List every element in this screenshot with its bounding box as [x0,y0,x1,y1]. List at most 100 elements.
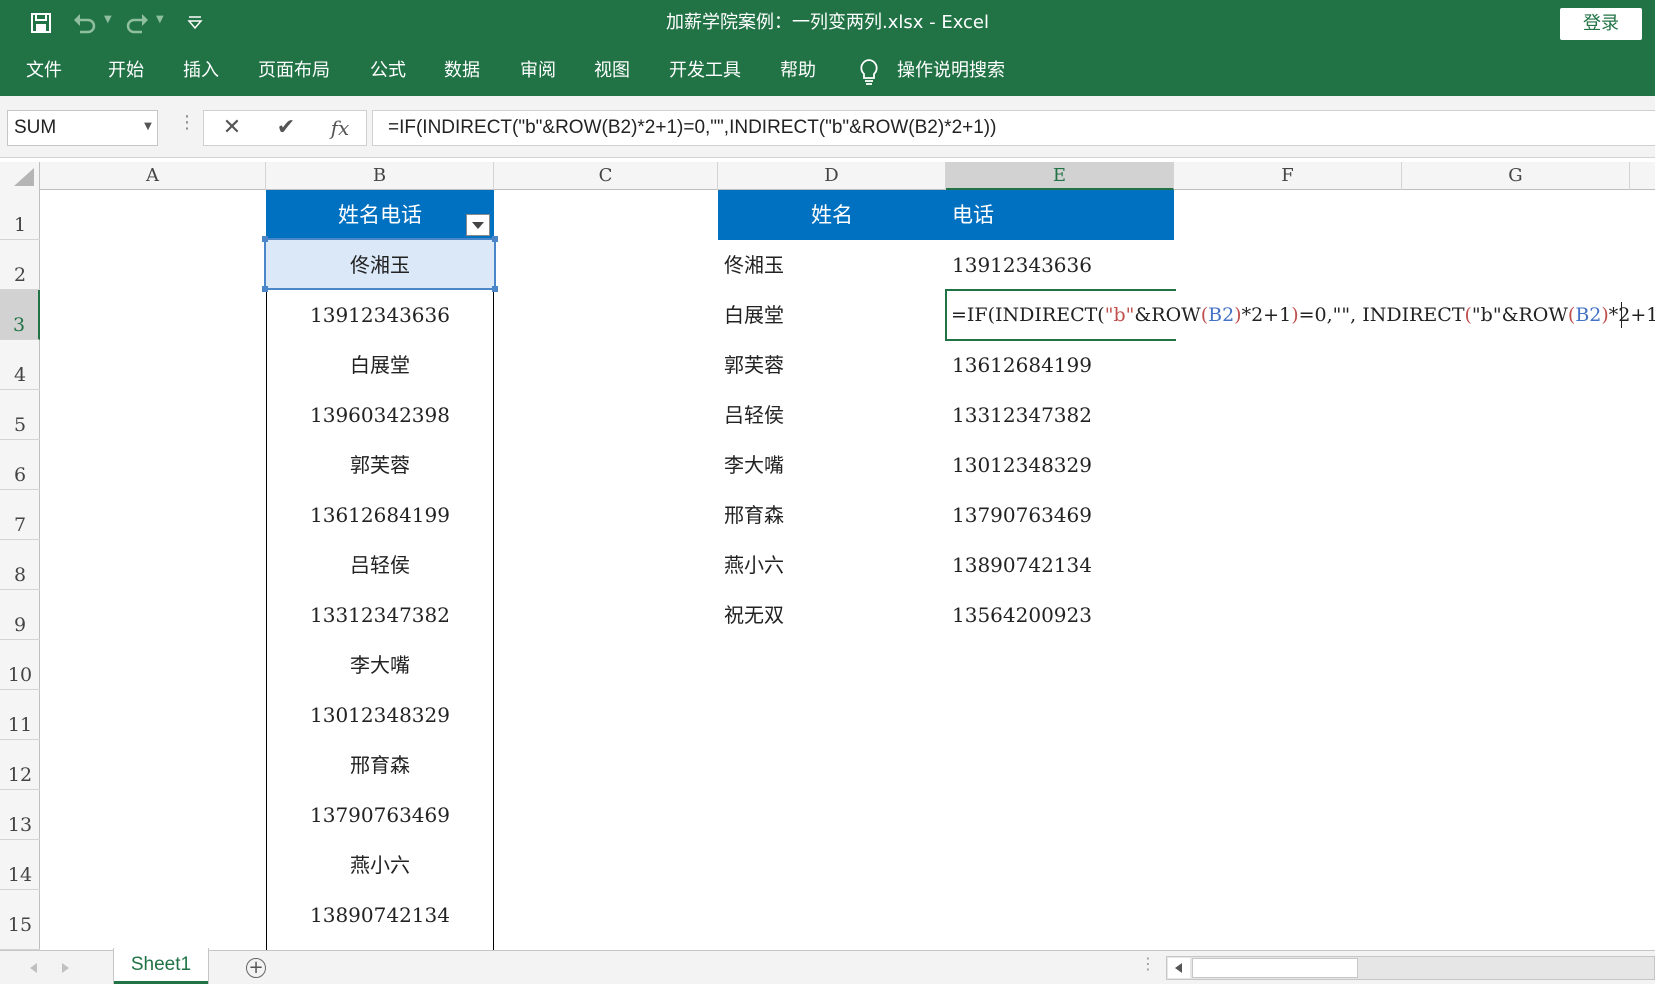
tab-insert[interactable]: 插入 [183,48,219,96]
cell-b2[interactable]: 佟湘玉 [266,240,494,290]
cell-b8[interactable]: 吕轻侯 [266,540,494,590]
row-header-1[interactable]: 1 [0,190,40,240]
cell-e7[interactable]: 13790763469 [946,490,1174,540]
tab-help[interactable]: 帮助 [780,48,816,96]
enter-icon[interactable]: ✔ [268,110,304,146]
tab-review[interactable]: 审阅 [520,48,556,96]
name-box-dropdown-icon[interactable]: ▼ [138,110,158,146]
row-header-15[interactable]: 15 [0,890,40,950]
column-b-header-cell[interactable]: 姓名电话 [266,190,494,240]
scrollbar-thumb[interactable] [1192,958,1358,978]
scrollbar-split-icon[interactable]: ⋮ [1140,954,1156,973]
column-header-a[interactable]: A [40,162,266,190]
row-header-11[interactable]: 11 [0,690,40,740]
row-header-5[interactable]: 5 [0,390,40,440]
row-header-14[interactable]: 14 [0,840,40,890]
lightbulb-icon[interactable] [858,58,880,90]
tell-me-search[interactable]: 操作说明搜索 [897,48,1005,96]
row-header-4[interactable]: 4 [0,340,40,390]
cell-b12[interactable]: 邢育森 [266,740,494,790]
cell-b5[interactable]: 13960342398 [266,390,494,440]
formula-part: *2+1 [1608,304,1655,326]
formula-part: &ROW [1134,304,1201,326]
formula-input[interactable]: =IF(INDIRECT("b"&ROW(B2)*2+1)=0,"",INDIR… [372,110,1655,146]
cell-e1[interactable]: 电话 [946,190,1174,240]
column-header-g[interactable]: G [1402,162,1630,190]
filter-dropdown-icon [472,222,484,229]
cell-b7[interactable]: 13612684199 [266,490,494,540]
cell-e6[interactable]: 13012348329 [946,440,1174,490]
tab-file[interactable]: 文件 [26,48,62,96]
cell-e8[interactable]: 13890742134 [946,540,1174,590]
row-header-13[interactable]: 13 [0,790,40,840]
login-button[interactable]: 登录 [1560,8,1642,40]
formula-part: "b" [1104,304,1135,326]
cell-b14[interactable]: 燕小六 [266,840,494,890]
cell-d6[interactable]: 李大嘴 [718,440,946,490]
cell-b4[interactable]: 白展堂 [266,340,494,390]
row-header-8[interactable]: 8 [0,540,40,590]
name-box[interactable]: SUM [7,110,158,146]
sheet-prev-icon[interactable] [30,963,37,973]
column-header-c[interactable]: C [494,162,718,190]
cell-e4[interactable]: 13612684199 [946,340,1174,390]
cell-b3[interactable]: 13912343636 [266,290,494,340]
formula-part: ) [1601,304,1609,326]
formula-part: =IF(INDIRECT( [951,304,1105,326]
cell-e3-editing-formula[interactable]: =IF(INDIRECT("b"&ROW(B2)*2+1)=0,"", INDI… [951,290,1655,340]
row-header-2[interactable]: 2 [0,240,40,290]
formula-part: ) [1234,304,1242,326]
row-header-10[interactable]: 10 [0,640,40,690]
tab-home[interactable]: 开始 [108,48,144,96]
cell-b10[interactable]: 李大嘴 [266,640,494,690]
cell-e5[interactable]: 13312347382 [946,390,1174,440]
row-header-12[interactable]: 12 [0,740,40,790]
tab-formulas[interactable]: 公式 [370,48,406,96]
cell-d8[interactable]: 燕小六 [718,540,946,590]
select-all-icon [14,168,34,186]
sheet-next-icon[interactable] [62,963,69,973]
insert-function-icon[interactable]: fx [322,110,358,146]
text-caret [1621,302,1622,328]
formula-bar-grip-icon: ⋮ [178,112,196,133]
cell-d4[interactable]: 郭芙蓉 [718,340,946,390]
formula-part: ( [1200,304,1209,326]
tab-data[interactable]: 数据 [444,48,480,96]
row-header-7[interactable]: 7 [0,490,40,540]
cell-d9[interactable]: 祝无双 [718,590,946,640]
formula-part: ) [1291,304,1299,326]
cell-d2[interactable]: 佟湘玉 [718,240,946,290]
cell-d5[interactable]: 吕轻侯 [718,390,946,440]
cell-b9[interactable]: 13312347382 [266,590,494,640]
column-header-f[interactable]: F [1174,162,1402,190]
add-sheet-icon[interactable]: + [246,958,266,978]
formula-reference-b2: B2 [1208,304,1235,326]
tab-page-layout[interactable]: 页面布局 [258,48,330,96]
formula-part: ( [1464,304,1472,326]
cancel-icon[interactable]: ✕ [214,110,250,146]
ribbon-tab-bar [0,48,1655,96]
cell-b15[interactable]: 13890742134 [266,890,494,940]
row-header-6[interactable]: 6 [0,440,40,490]
cell-b11[interactable]: 13012348329 [266,690,494,740]
cell-d7[interactable]: 邢育森 [718,490,946,540]
cell-b13[interactable]: 13790763469 [266,790,494,840]
row-header-3[interactable]: 3 [0,290,40,340]
column-header-d[interactable]: D [718,162,946,190]
scroll-left-icon [1175,963,1182,973]
tab-view[interactable]: 视图 [594,48,630,96]
cell-d3[interactable]: 白展堂 [718,290,946,340]
cell-e9[interactable]: 13564200923 [946,590,1174,640]
column-header-b[interactable]: B [266,162,494,190]
formula-part: "b"&ROW [1471,304,1568,326]
tab-developer[interactable]: 开发工具 [669,48,741,96]
sheet-tab-sheet1[interactable]: Sheet1 [114,948,208,984]
column-header-e[interactable]: E [946,162,1174,190]
window-title: 加薪学院案例：一列变两列.xlsx - Excel [665,12,990,33]
cell-e2[interactable]: 13912343636 [946,240,1174,290]
formula-reference-b2: B2 [1575,304,1602,326]
cell-d1[interactable]: 姓名 [718,190,946,240]
row-header-9[interactable]: 9 [0,590,40,640]
cell-b6[interactable]: 郭芙蓉 [266,440,494,490]
formula-part: =0,"", INDIRECT [1298,304,1465,326]
